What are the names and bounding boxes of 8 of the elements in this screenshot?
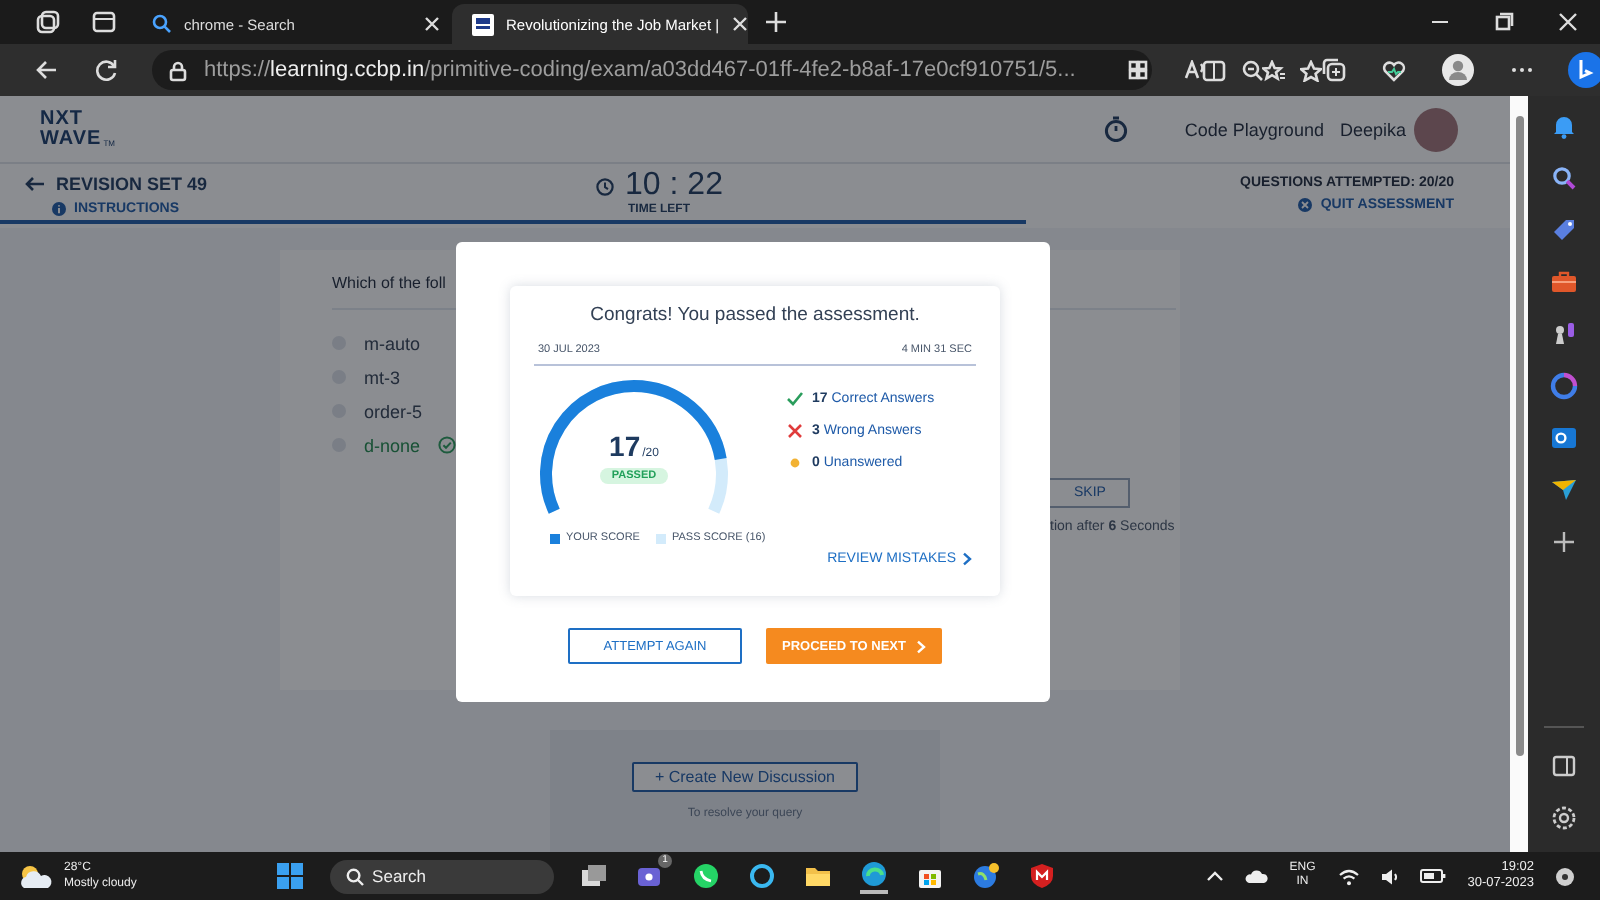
logo-text: NXT <box>40 109 85 129</box>
timer: 10 : 22 <box>625 168 723 203</box>
url-text: https://learning.ccbp.in/primitive-coding/exam/a03dd467-01ff-4fe2-b8af-17e0cf910751/5... <box>204 58 1076 82</box>
exam-title: REVISION SET 49 <box>56 174 208 194</box>
logo-text: WAVE <box>40 129 102 149</box>
user-name: Deepika <box>1339 119 1406 139</box>
score-value: 17 <box>609 430 641 462</box>
result-title: Congrats! You passed the assessment. <box>588 304 922 326</box>
